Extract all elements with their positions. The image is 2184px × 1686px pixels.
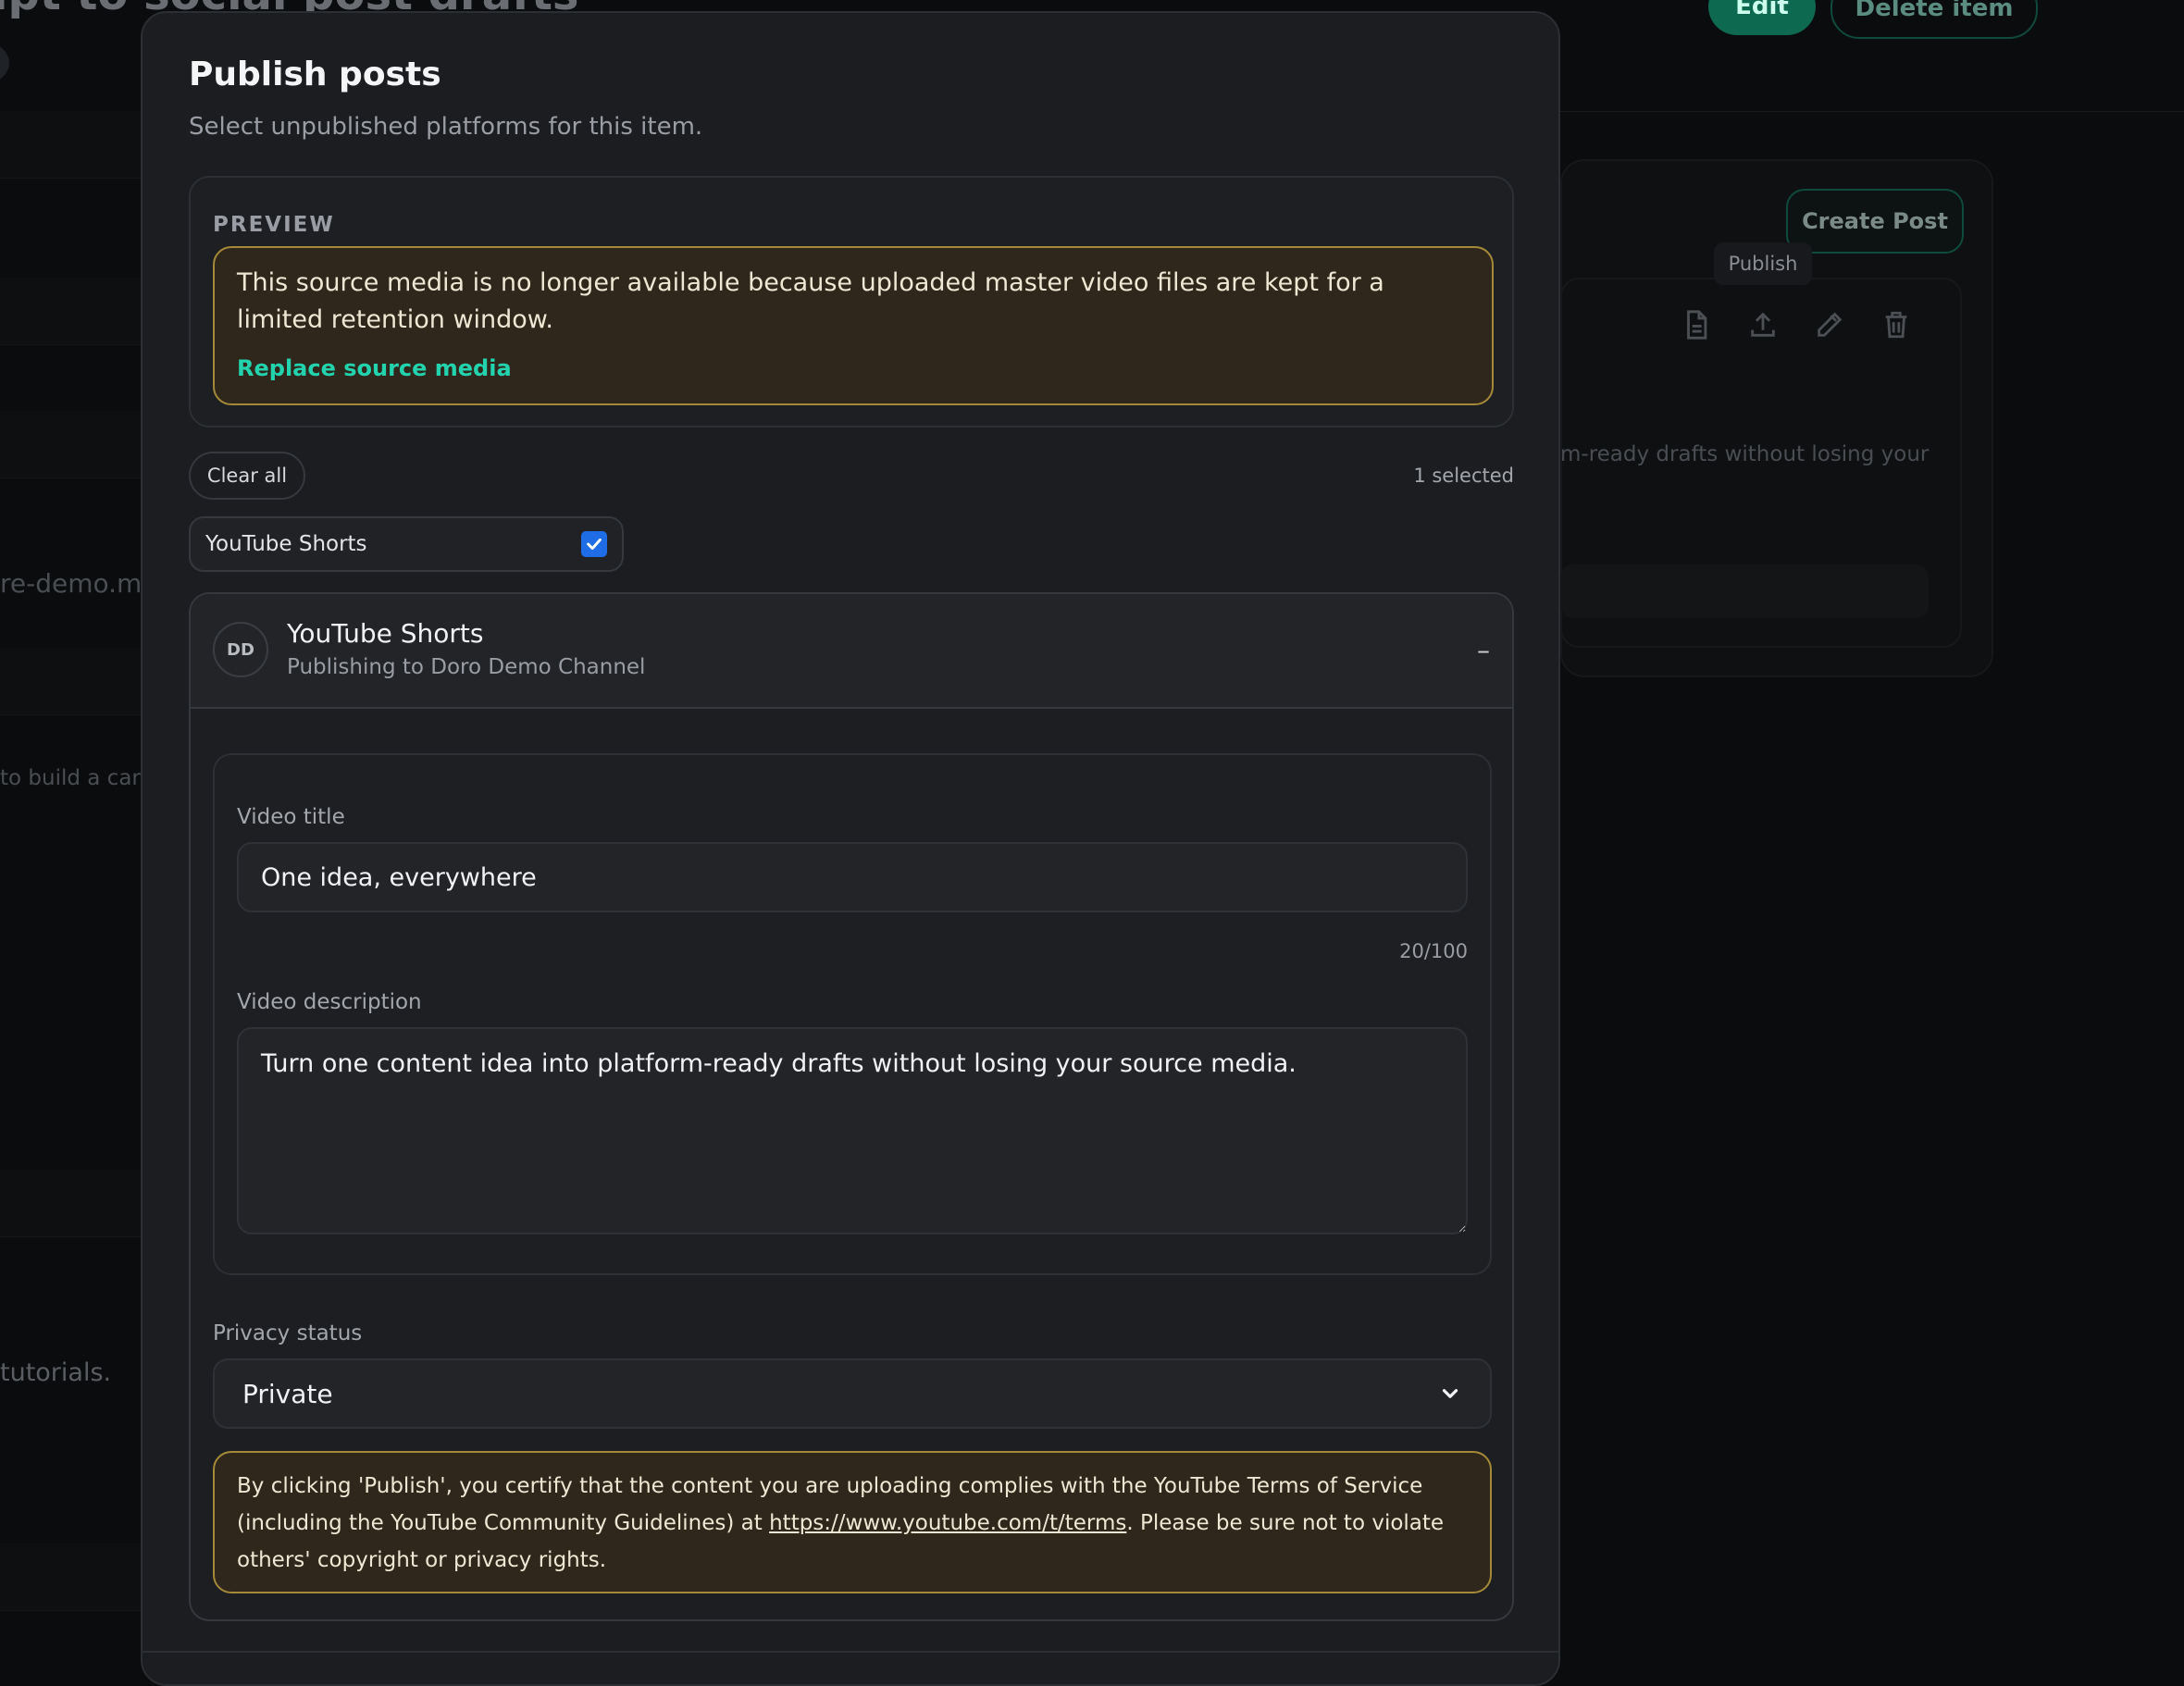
video-title-label: Video title [237, 805, 345, 829]
document-icon[interactable] [1681, 309, 1712, 341]
create-post-button[interactable]: Create Post [1786, 189, 1964, 254]
youtube-terms-notice: By clicking 'Publish', you certify that … [213, 1451, 1492, 1593]
platform-panel-header[interactable]: DD YouTube Shorts Publishing to Doro Dem… [191, 594, 1512, 709]
privacy-status-label: Privacy status [213, 1321, 363, 1345]
clear-all-button[interactable]: Clear all [189, 452, 305, 500]
selected-count: 1 selected [1413, 465, 1514, 487]
background-snippet: tutorials. [0, 1358, 112, 1387]
background-row [0, 1170, 141, 1237]
background-row [0, 648, 141, 715]
video-title-input[interactable] [237, 842, 1468, 912]
modal-subtitle: Select unpublished platforms for this it… [189, 113, 703, 141]
background-row [0, 1543, 141, 1611]
preview-section: PREVIEW This source media is no longer a… [189, 176, 1514, 428]
platform-chip-label: YouTube Shorts [205, 532, 367, 556]
checkmark-icon [587, 538, 602, 551]
platform-chip-youtube-shorts[interactable]: YouTube Shorts [189, 516, 624, 572]
video-title-counter: 20/100 [1399, 940, 1468, 962]
upload-icon[interactable] [1747, 309, 1779, 341]
background-row [0, 411, 141, 478]
trash-icon[interactable] [1880, 309, 1912, 341]
platform-channel: Publishing to Doro Demo Channel [287, 655, 646, 679]
avatar: DD [213, 622, 268, 677]
background-snippet: to build a caro [0, 766, 141, 790]
privacy-status-value: Private [242, 1378, 333, 1409]
warning-text: This source media is no longer available… [237, 268, 1384, 334]
delete-item-button[interactable]: Delete item [1830, 0, 2038, 39]
preview-label: PREVIEW [213, 213, 335, 237]
platform-name: YouTube Shorts [287, 618, 484, 649]
modal-footer-divider [143, 1651, 1558, 1653]
publish-tooltip: Publish [1714, 242, 1812, 285]
video-description-label: Video description [237, 990, 422, 1014]
background-post-text: m-ready drafts without losing your [1560, 442, 1930, 466]
video-fields: Video title 20/100 Video description Tur… [213, 753, 1492, 1275]
youtube-terms-link[interactable]: https://www.youtube.com/t/terms [769, 1511, 1126, 1535]
media-unavailable-warning: This source media is no longer available… [213, 246, 1494, 405]
background-post-actions [1681, 309, 1912, 341]
background-row [0, 111, 141, 179]
chevron-down-icon [1442, 1389, 1458, 1398]
replace-source-media-link[interactable]: Replace source media [237, 355, 1470, 381]
privacy-status-select[interactable]: Private [213, 1358, 1492, 1429]
background-filename: re-demo.mp [0, 568, 141, 599]
modal-title: Publish posts [189, 56, 441, 93]
edit-button[interactable]: Edit [1708, 0, 1816, 35]
platform-checkbox[interactable] [581, 531, 607, 557]
background-row [0, 278, 141, 345]
collapse-toggle[interactable]: – [1477, 635, 1490, 665]
edit-icon[interactable] [1814, 309, 1845, 341]
background-post-bar [1560, 564, 1929, 618]
publish-posts-modal: Publish posts Select unpublished platfor… [141, 11, 1560, 1686]
video-description-textarea[interactable]: Turn one content idea into platform-read… [237, 1027, 1468, 1234]
platform-panel-youtube-shorts: DD YouTube Shorts Publishing to Doro Dem… [189, 592, 1514, 1621]
